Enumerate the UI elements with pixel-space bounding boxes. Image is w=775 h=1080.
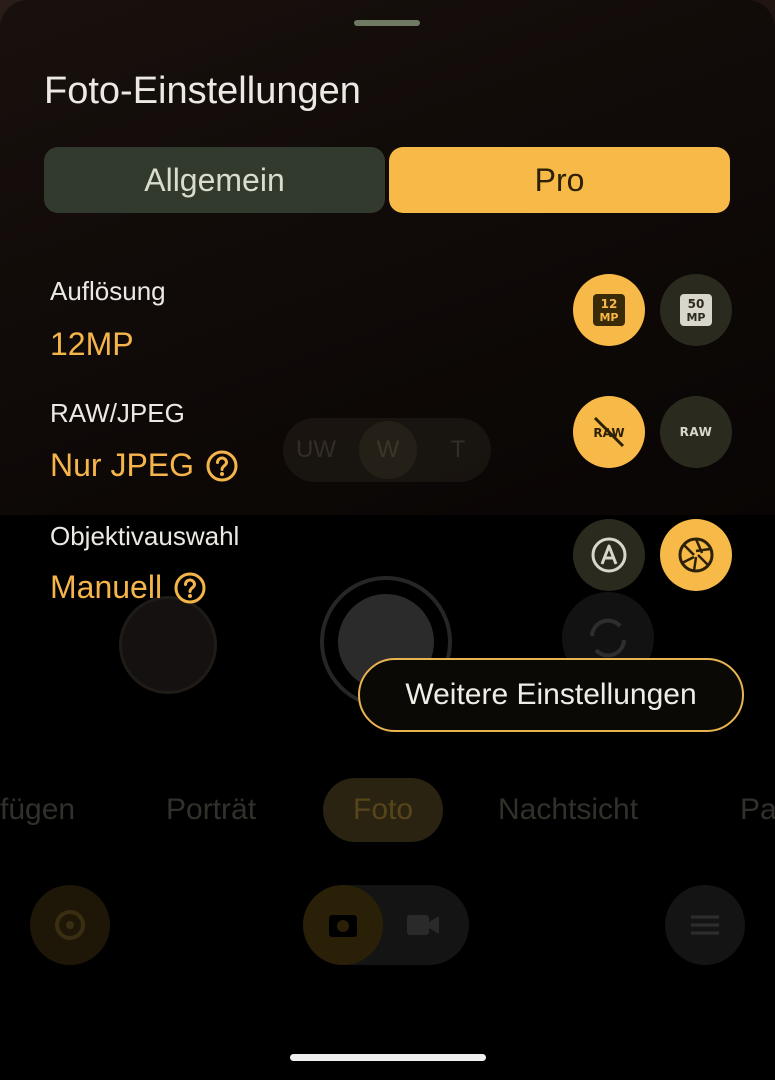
video-icon xyxy=(407,915,439,935)
settings-gear-icon xyxy=(55,910,85,940)
gallery-thumbnail xyxy=(119,596,217,694)
svg-text:12: 12 xyxy=(601,297,618,311)
settings-tabs: Allgemein Pro xyxy=(44,147,730,213)
camera-icon xyxy=(329,915,357,937)
help-icon[interactable] xyxy=(174,572,206,604)
resolution-12mp-button[interactable]: 12 MP xyxy=(573,274,645,346)
50mp-icon: 50 MP xyxy=(680,294,712,326)
raw-off-button[interactable]: RAW xyxy=(573,396,645,468)
resolution-50mp-button[interactable]: 50 MP xyxy=(660,274,732,346)
resolution-label: Auflösung xyxy=(50,276,166,306)
mode-item: Porträt xyxy=(166,793,257,826)
lens-value: Manuell xyxy=(50,569,206,606)
help-icon[interactable] xyxy=(206,450,238,482)
mode-item: Pa xyxy=(740,793,775,826)
mode-item-active: Foto xyxy=(323,778,444,842)
raw-icon: RAW xyxy=(679,425,713,439)
raw-off-icon: RAW xyxy=(593,416,625,448)
capture-mode-toggle xyxy=(303,885,469,965)
sliders-icon xyxy=(691,915,719,935)
home-indicator[interactable] xyxy=(290,1054,486,1061)
auto-lens-icon xyxy=(591,537,627,573)
raw-jpeg-label: RAW/JPEG xyxy=(50,398,185,428)
svg-text:MP: MP xyxy=(599,311,618,324)
sheet-title: Foto-Einstellungen xyxy=(44,70,361,112)
sheet-drag-handle[interactable] xyxy=(354,20,420,26)
tab-general[interactable]: Allgemein xyxy=(44,147,385,213)
mode-item: Nachtsicht xyxy=(498,793,639,826)
lens-value-text: Manuell xyxy=(50,569,163,605)
settings-button xyxy=(30,885,110,965)
mode-carousel: fügen Porträt Foto Nachtsicht Pa xyxy=(0,778,775,842)
svg-text:50: 50 xyxy=(688,297,705,311)
aperture-icon xyxy=(678,537,714,573)
filters-button xyxy=(665,885,745,965)
tab-pro[interactable]: Pro xyxy=(389,147,730,213)
more-settings-button[interactable]: Weitere Einstellungen xyxy=(358,658,744,732)
resolution-value: 12MP xyxy=(50,326,134,363)
photo-mode-chip xyxy=(303,885,383,965)
raw-jpeg-value: Nur JPEG xyxy=(50,447,238,484)
raw-on-button[interactable]: RAW xyxy=(660,396,732,468)
lens-manual-button[interactable] xyxy=(660,519,732,591)
mode-item: fügen xyxy=(0,793,76,826)
12mp-icon: 12 MP xyxy=(593,294,625,326)
raw-jpeg-value-text: Nur JPEG xyxy=(50,447,195,483)
lens-auto-button[interactable] xyxy=(573,519,645,591)
svg-text:MP: MP xyxy=(686,311,705,324)
lens-label: Objektivauswahl xyxy=(50,521,240,551)
resolution-value-text: 12MP xyxy=(50,326,134,362)
